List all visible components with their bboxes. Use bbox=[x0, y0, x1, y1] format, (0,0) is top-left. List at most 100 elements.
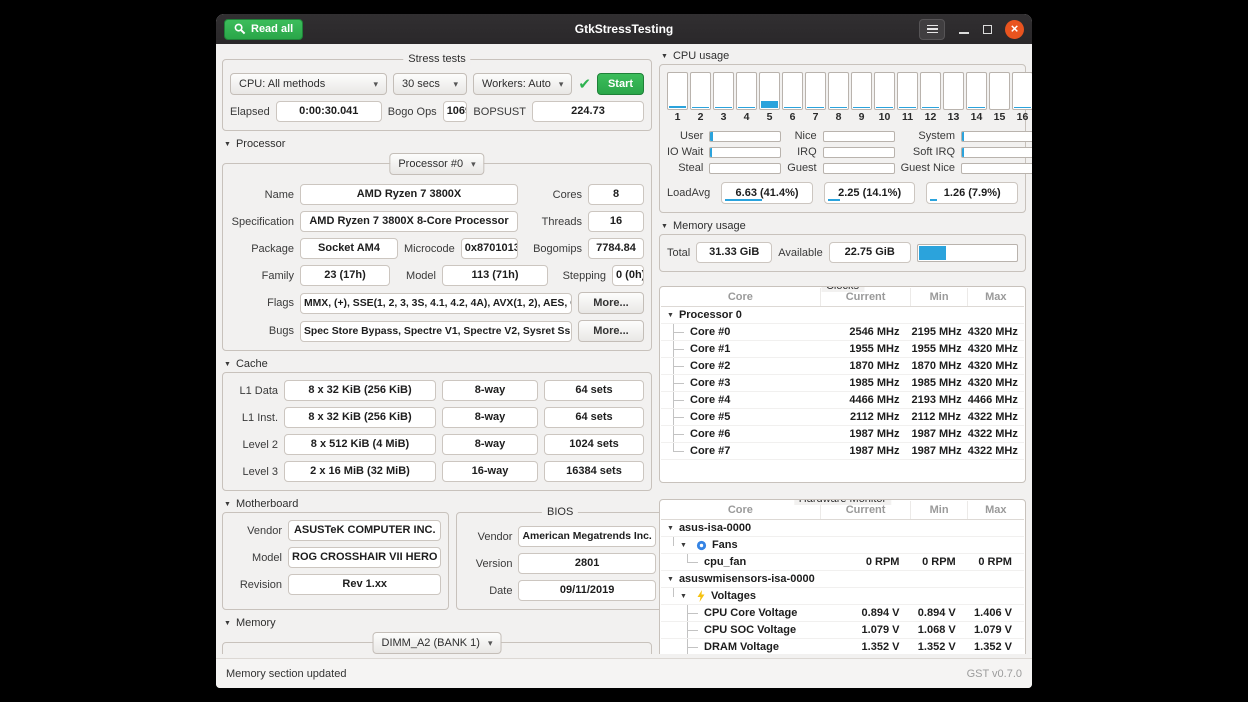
app-version: GST v0.7.0 bbox=[967, 668, 1022, 680]
mem-available-value[interactable]: 22.75 GiB bbox=[829, 242, 911, 263]
cache-assoc-value[interactable]: 8-way bbox=[442, 380, 538, 401]
cache-expander[interactable]: Cache bbox=[224, 358, 652, 370]
bugs-more-button[interactable]: More... bbox=[578, 320, 644, 342]
threads-value[interactable]: 16 bbox=[588, 211, 644, 232]
stress-duration-select[interactable]: 30 secs bbox=[393, 73, 467, 95]
col-core[interactable]: Core bbox=[661, 288, 821, 306]
cache-size-value[interactable]: 8 x 512 KiB (4 MiB) bbox=[284, 434, 436, 455]
microcode-value[interactable]: 0x8701013 bbox=[461, 238, 518, 259]
bios-date-value[interactable]: 09/11/2019 bbox=[518, 580, 655, 601]
cache-row-label: L1 Inst. bbox=[230, 412, 278, 424]
clock-row: Core #02546 MHz2195 MHz4320 MHz bbox=[661, 324, 1024, 341]
cpu-usage-expander[interactable]: CPU usage bbox=[661, 50, 1026, 62]
clocks-group-row[interactable]: Processor 0 bbox=[661, 307, 1024, 324]
expander-icon[interactable] bbox=[667, 576, 674, 583]
col-min[interactable]: Min bbox=[911, 501, 967, 519]
softirq-label: Soft IRQ bbox=[901, 146, 955, 158]
model-value[interactable]: 113 (71h) bbox=[442, 265, 548, 286]
bios-version-value[interactable]: 2801 bbox=[518, 553, 655, 574]
cache-size-value[interactable]: 8 x 32 KiB (256 KiB) bbox=[284, 407, 436, 428]
chevron-down-icon bbox=[551, 79, 564, 90]
flags-more-button[interactable]: More... bbox=[578, 292, 644, 314]
cpu-gauge: 6 bbox=[782, 72, 803, 123]
stress-workers-select[interactable]: Workers: Auto bbox=[473, 73, 572, 95]
mobo-model-value[interactable]: ROG CROSSHAIR VII HERO bbox=[288, 547, 441, 568]
bugs-value[interactable]: Spec Store Bypass, Spectre V1, Spectre V… bbox=[300, 321, 572, 342]
cpu-gauge: 4 bbox=[736, 72, 757, 123]
lightning-icon bbox=[696, 590, 706, 602]
read-all-label: Read all bbox=[251, 23, 293, 35]
titlebar: Read all GtkStressTesting × bbox=[216, 14, 1032, 44]
processor-expander[interactable]: Processor bbox=[224, 138, 652, 150]
bios-frame-title: BIOS bbox=[542, 506, 578, 518]
specification-value[interactable]: AMD Ryzen 7 3800X 8-Core Processor bbox=[300, 211, 518, 232]
motherboard-expander[interactable]: Motherboard bbox=[224, 498, 652, 510]
cache-sets-value[interactable]: 64 sets bbox=[544, 380, 644, 401]
bogomips-value[interactable]: 7784.84 bbox=[588, 238, 644, 259]
hwmon-group-row[interactable]: asuswmisensors-isa-0000 bbox=[661, 571, 1024, 588]
bios-vendor-value[interactable]: American Megatrends Inc. bbox=[518, 526, 655, 547]
memory-frame: DIMM_A2 (BANK 1) Size 16384 MB Speed 326… bbox=[222, 642, 652, 654]
main-content: Stress tests CPU: All methods 30 secs Wo… bbox=[216, 44, 1032, 654]
dimm-selector[interactable]: DIMM_A2 (BANK 1) bbox=[373, 632, 502, 654]
cores-label: Cores bbox=[524, 189, 582, 201]
cpu-gauge: 12 bbox=[920, 72, 941, 123]
cache-sets-value[interactable]: 64 sets bbox=[544, 407, 644, 428]
hardware-monitor-frame: Hardware Monitor Core Current Min Max as… bbox=[659, 499, 1026, 654]
memory-expander[interactable]: Memory bbox=[224, 617, 652, 629]
menu-button[interactable] bbox=[919, 19, 945, 40]
col-max[interactable]: Max bbox=[968, 288, 1024, 306]
cache-assoc-value[interactable]: 8-way bbox=[442, 407, 538, 428]
hwmon-table: Core Current Min Max asus-isa-0000 Fans … bbox=[661, 501, 1024, 654]
bopsust-value[interactable]: 224.73 bbox=[532, 101, 644, 122]
window-title: GtkStressTesting bbox=[216, 22, 1032, 36]
loadavg-label: LoadAvg bbox=[667, 187, 710, 199]
cache-size-value[interactable]: 2 x 16 MiB (32 MiB) bbox=[284, 461, 436, 482]
read-all-button[interactable]: Read all bbox=[224, 19, 303, 40]
close-button[interactable]: × bbox=[1005, 20, 1024, 39]
specification-label: Specification bbox=[230, 216, 294, 228]
stress-method-select[interactable]: CPU: All methods bbox=[230, 73, 387, 95]
guest-label: Guest bbox=[787, 162, 816, 174]
memory-usage-expander[interactable]: Memory usage bbox=[661, 220, 1026, 232]
mobo-revision-value[interactable]: Rev 1.xx bbox=[288, 574, 441, 595]
mobo-vendor-value[interactable]: ASUSTeK COMPUTER INC. bbox=[288, 520, 441, 541]
stepping-value[interactable]: 0 (0h) bbox=[612, 265, 644, 286]
maximize-button[interactable] bbox=[983, 25, 992, 34]
flags-value[interactable]: MMX, (+), SSE(1, 2, 3, 3S, 4.1, 4.2, 4A)… bbox=[300, 293, 572, 314]
cache-assoc-value[interactable]: 8-way bbox=[442, 434, 538, 455]
irq-meter bbox=[823, 147, 895, 158]
start-button[interactable]: Start bbox=[597, 73, 644, 95]
system-meter bbox=[961, 131, 1032, 142]
col-min[interactable]: Min bbox=[911, 288, 967, 306]
bogo-ops-value[interactable]: 106979 bbox=[443, 101, 468, 122]
microcode-label: Microcode bbox=[404, 243, 455, 255]
cache-size-value[interactable]: 8 x 32 KiB (256 KiB) bbox=[284, 380, 436, 401]
cpu-gauge: 2 bbox=[690, 72, 711, 123]
bugs-label: Bugs bbox=[230, 325, 294, 337]
expander-icon[interactable] bbox=[680, 542, 687, 549]
cores-value[interactable]: 8 bbox=[588, 184, 644, 205]
clock-row: Core #11955 MHz1955 MHz4320 MHz bbox=[661, 341, 1024, 358]
hwmon-group-row[interactable]: asus-isa-0000 bbox=[661, 520, 1024, 537]
cache-sets-value[interactable]: 16384 sets bbox=[544, 461, 644, 482]
cache-sets-value[interactable]: 1024 sets bbox=[544, 434, 644, 455]
family-value[interactable]: 23 (17h) bbox=[300, 265, 390, 286]
hwmon-voltages-row[interactable]: Voltages bbox=[661, 588, 1024, 605]
softirq-meter bbox=[961, 147, 1032, 158]
cpu-gauge: 11 bbox=[897, 72, 918, 123]
guestnice-meter bbox=[961, 163, 1032, 174]
expander-icon[interactable] bbox=[680, 593, 687, 600]
hwmon-fans-row[interactable]: Fans bbox=[661, 537, 1024, 554]
minimize-button[interactable] bbox=[958, 24, 970, 34]
processor-selector[interactable]: Processor #0 bbox=[389, 153, 484, 175]
col-max[interactable]: Max bbox=[968, 501, 1024, 519]
expander-icon[interactable] bbox=[667, 525, 674, 532]
expander-icon[interactable] bbox=[667, 312, 674, 319]
cpu-name-value[interactable]: AMD Ryzen 7 3800X bbox=[300, 184, 518, 205]
processor-frame: Processor #0 Name AMD Ryzen 7 3800X Core… bbox=[222, 163, 652, 351]
mem-total-value[interactable]: 31.33 GiB bbox=[696, 242, 772, 263]
elapsed-value[interactable]: 0:00:30.041 bbox=[276, 101, 382, 122]
package-value[interactable]: Socket AM4 bbox=[300, 238, 398, 259]
cache-assoc-value[interactable]: 16-way bbox=[442, 461, 538, 482]
